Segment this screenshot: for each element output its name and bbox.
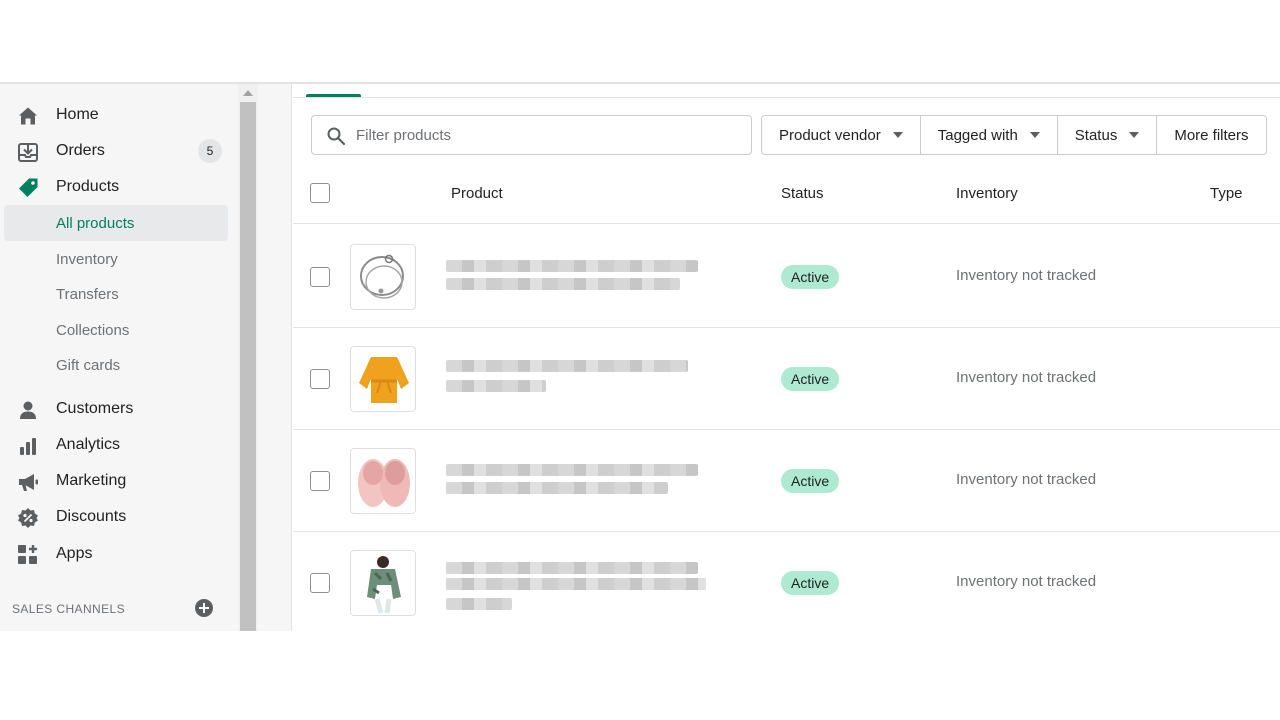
inventory-value: Inventory not tracked	[956, 369, 1097, 386]
orders-icon	[16, 141, 40, 163]
sidebar-item-products[interactable]: Products	[0, 169, 238, 205]
filter-label: Product vendor	[779, 126, 881, 144]
status-badge: Active	[781, 265, 840, 289]
tagged-with-filter-button[interactable]: Tagged with	[920, 116, 1058, 154]
row-checkbox[interactable]	[310, 471, 330, 491]
sidebar-item-orders[interactable]: Orders 5	[0, 133, 238, 169]
sidebar-item-label: All products	[56, 214, 135, 232]
caret-down-icon	[1029, 132, 1040, 138]
product-thumbnail-pink-slippers[interactable]	[350, 448, 416, 514]
sidebar-item-label: Collections	[56, 321, 130, 339]
sidebar-item-inventory[interactable]: Inventory	[0, 241, 238, 277]
sidebar-item-label: Inventory	[56, 250, 118, 268]
caret-down-icon	[1129, 132, 1140, 138]
scroll-up-arrow[interactable]	[243, 90, 253, 96]
search-icon	[326, 126, 346, 146]
column-header-product[interactable]: Product	[451, 185, 503, 202]
sidebar: Home Orders 5 Products All products Inve…	[0, 84, 238, 631]
sidebar-item-label: Home	[56, 106, 99, 123]
tab-all-indicator[interactable]	[306, 94, 361, 97]
row-checkbox[interactable]	[310, 267, 330, 287]
status-filter-button[interactable]: Status	[1057, 116, 1158, 154]
sidebar-item-customers[interactable]: Customers	[0, 391, 238, 427]
products-main: Product vendor Tagged with Status More f…	[293, 84, 1280, 631]
inventory-value: Inventory not tracked	[956, 471, 1097, 488]
sidebar-item-label: Analytics	[56, 436, 121, 453]
sidebar-item-label: Gift cards	[56, 356, 121, 374]
product-title-redacted[interactable]	[446, 562, 706, 612]
table-row[interactable]: Active Inventory not tracked	[293, 532, 1280, 631]
product-title-redacted[interactable]	[446, 360, 706, 408]
sidebar-item-collections[interactable]: Collections	[0, 312, 238, 348]
admin-app: Home Orders 5 Products All products Inve…	[0, 82, 1280, 631]
sidebar-item-label: Transfers	[56, 285, 119, 303]
sidebar-item-discounts[interactable]: Discounts	[0, 499, 238, 535]
product-thumbnail-camo-jacket[interactable]	[350, 550, 416, 616]
column-header-inventory[interactable]: Inventory	[956, 185, 1018, 202]
row-checkbox[interactable]	[310, 369, 330, 389]
filter-button-group: Product vendor Tagged with Status More f…	[761, 115, 1267, 155]
table-header: Product Status Inventory Type	[293, 168, 1280, 224]
sidebar-item-label: Customers	[56, 400, 134, 417]
megaphone-icon	[16, 471, 40, 493]
sidebar-item-label: Marketing	[56, 472, 127, 489]
filter-label: Status	[1074, 126, 1118, 144]
sidebar-item-label: Discounts	[56, 508, 127, 525]
sidebar-item-home[interactable]: Home	[0, 97, 238, 133]
filter-products-search[interactable]	[311, 115, 752, 155]
home-icon	[16, 105, 40, 127]
bar-chart-icon	[16, 435, 40, 457]
product-thumbnail-orange-top[interactable]	[350, 346, 416, 412]
product-vendor-filter-button[interactable]: Product vendor	[762, 116, 921, 154]
scrollbar-thumb[interactable]	[240, 102, 256, 631]
status-badge: Active	[781, 367, 840, 391]
discount-icon	[16, 507, 40, 529]
product-title-redacted[interactable]	[446, 462, 706, 510]
apps-icon	[16, 544, 40, 566]
inventory-value: Inventory not tracked	[956, 573, 1097, 590]
status-badge: Active	[781, 571, 840, 595]
column-header-status[interactable]: Status	[781, 185, 824, 202]
column-header-type[interactable]: Type	[1210, 185, 1243, 202]
sidebar-item-analytics[interactable]: Analytics	[0, 427, 238, 463]
sidebar-item-all-products[interactable]: All products	[4, 205, 228, 241]
tag-icon	[16, 177, 40, 199]
sidebar-item-label: Apps	[56, 545, 93, 562]
sidebar-item-gift-cards[interactable]: Gift cards	[0, 347, 238, 383]
filter-label: More filters	[1174, 126, 1249, 144]
table-row[interactable]: Active Inventory not tracked	[293, 328, 1280, 430]
inventory-value: Inventory not tracked	[956, 267, 1097, 284]
tab-bar	[293, 84, 1280, 98]
table-row[interactable]: Active Inventory not tracked	[293, 430, 1280, 532]
add-sales-channel-button[interactable]	[194, 598, 214, 618]
orders-count-badge: 5	[198, 139, 222, 163]
search-input[interactable]	[356, 124, 736, 146]
sidebar-item-transfers[interactable]: Transfers	[0, 276, 238, 312]
filter-label: Tagged with	[937, 126, 1018, 144]
sidebar-item-apps[interactable]: Apps	[0, 536, 238, 572]
product-thumbnail-bracelet[interactable]	[350, 244, 416, 310]
row-checkbox[interactable]	[310, 573, 330, 593]
sidebar-item-label: Orders	[56, 142, 105, 159]
more-filters-button[interactable]: More filters	[1157, 116, 1266, 154]
plus-circle-icon	[195, 599, 213, 617]
table-row[interactable]: Active Inventory not tracked	[293, 226, 1280, 328]
person-icon	[16, 399, 40, 421]
sales-channels-heading: SALES CHANNELS	[12, 602, 125, 616]
sidebar-item-label: Products	[56, 178, 120, 195]
caret-down-icon	[892, 132, 903, 138]
status-badge: Active	[781, 469, 840, 493]
sidebar-item-marketing[interactable]: Marketing	[0, 463, 238, 499]
product-title-redacted[interactable]	[446, 258, 706, 306]
select-all-checkbox[interactable]	[310, 183, 330, 203]
page-gutter	[258, 84, 292, 631]
